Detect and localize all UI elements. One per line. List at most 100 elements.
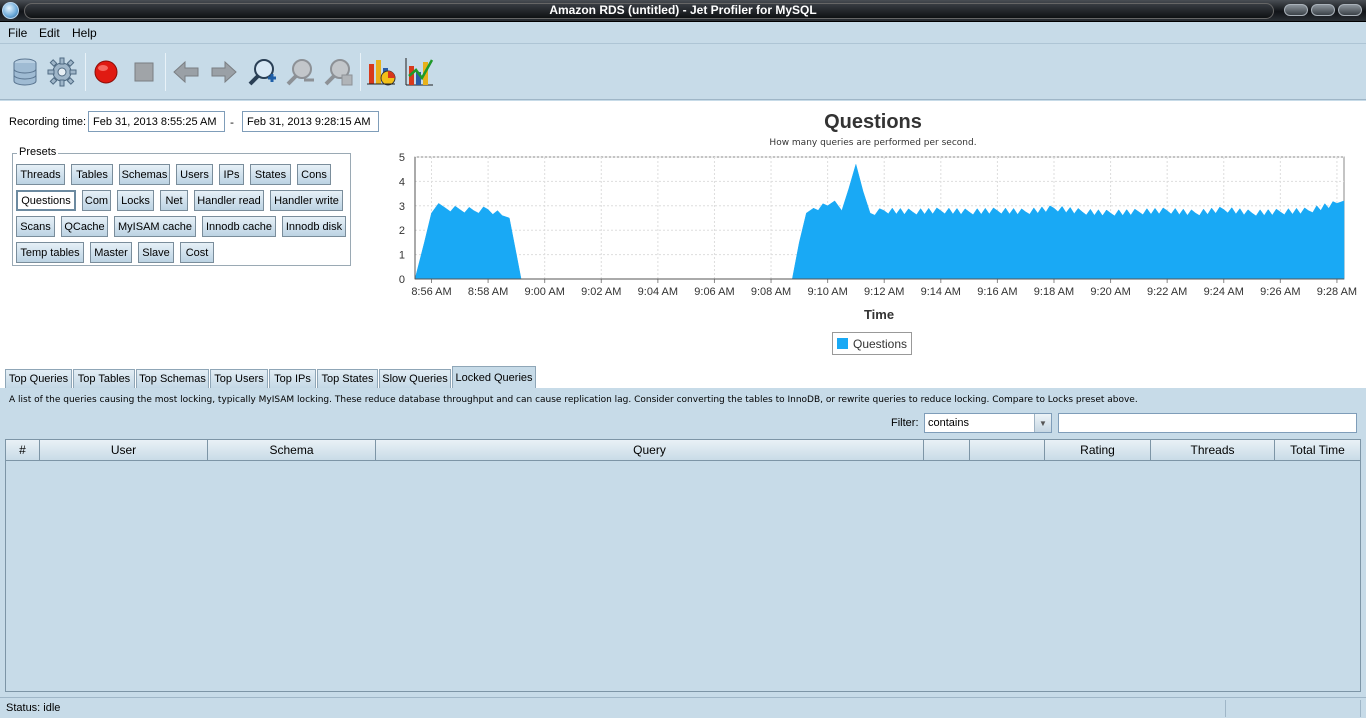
preset-master[interactable]: Master	[90, 242, 132, 263]
preset-com[interactable]: Com	[82, 190, 111, 211]
column-header-total-time[interactable]: Total Time	[1275, 440, 1360, 461]
preset-states[interactable]: States	[250, 164, 291, 185]
preset-handler-read[interactable]: Handler read	[194, 190, 264, 211]
chart-legend: Questions	[832, 332, 912, 355]
preset-qcache[interactable]: QCache	[61, 216, 108, 237]
column-header-number[interactable]: #	[6, 440, 40, 461]
x-tick-label: 9:00 AM	[525, 286, 565, 298]
x-tick-label: 9:08 AM	[751, 286, 791, 298]
menu-help[interactable]: Help	[72, 26, 97, 40]
preset-locks[interactable]: Locks	[117, 190, 154, 211]
tab-slow-queries[interactable]: Slow Queries	[379, 369, 451, 388]
tab-locked-queries[interactable]: Locked Queries	[452, 366, 536, 388]
filter-mode-value: contains	[928, 417, 969, 429]
column-header-threads[interactable]: Threads	[1151, 440, 1275, 461]
tab-top-states[interactable]: Top States	[317, 369, 378, 388]
preset-users[interactable]: Users	[176, 164, 213, 185]
presets-group: Presets Threads Tables Schemas Users IPs…	[12, 146, 351, 266]
preset-cons[interactable]: Cons	[297, 164, 331, 185]
preset-cost[interactable]: Cost	[180, 242, 214, 263]
back-arrow-icon[interactable]	[169, 55, 203, 89]
minimize-button[interactable]	[1284, 4, 1308, 16]
x-tick-label: 9:12 AM	[864, 286, 904, 298]
panel-description: A list of the queries causing the most l…	[9, 395, 1138, 405]
x-tick-label: 9:20 AM	[1090, 286, 1130, 298]
preset-scans[interactable]: Scans	[16, 216, 55, 237]
preset-ips[interactable]: IPs	[219, 164, 244, 185]
status-text: Status: idle	[6, 702, 61, 714]
stop-icon[interactable]	[127, 55, 161, 89]
recording-separator: -	[230, 116, 234, 129]
presets-legend: Presets	[17, 146, 59, 158]
filter-text-input[interactable]	[1058, 413, 1357, 433]
locked-queries-panel: A list of the queries causing the most l…	[0, 388, 1366, 695]
database-icon[interactable]	[8, 55, 42, 89]
title-bar: Amazon RDS (untitled) - Jet Profiler for…	[0, 0, 1366, 22]
column-header-schema[interactable]: Schema	[208, 440, 376, 461]
tab-strip: Top Queries Top Tables Top Schemas Top U…	[0, 366, 1366, 388]
preset-innodb-disk[interactable]: Innodb disk	[282, 216, 346, 237]
menu-file[interactable]: File	[8, 26, 27, 40]
zoom-out-icon[interactable]	[283, 55, 317, 89]
toolbar	[0, 45, 1366, 100]
y-tick-label: 1	[399, 250, 405, 262]
x-tick-label: 8:56 AM	[411, 286, 451, 298]
tab-top-queries[interactable]: Top Queries	[5, 369, 72, 388]
column-header-blank-1[interactable]	[924, 440, 970, 461]
gear-icon[interactable]	[45, 55, 79, 89]
column-header-rating[interactable]: Rating	[1045, 440, 1151, 461]
x-tick-label: 9:26 AM	[1260, 286, 1300, 298]
profiler-panel: Recording time: Feb 31, 2013 8:55:25 AM …	[0, 101, 1366, 368]
tab-top-schemas[interactable]: Top Schemas	[136, 369, 209, 388]
preset-questions[interactable]: Questions	[16, 190, 76, 211]
close-button[interactable]	[1338, 4, 1362, 16]
y-tick-label: 4	[399, 176, 405, 188]
preset-innodb-cache[interactable]: Innodb cache	[202, 216, 276, 237]
record-icon[interactable]	[89, 55, 123, 89]
preset-handler-write[interactable]: Handler write	[270, 190, 343, 211]
chevron-down-icon[interactable]: ▼	[1034, 414, 1051, 432]
tab-top-ips[interactable]: Top IPs	[269, 369, 316, 388]
legend-swatch	[837, 338, 848, 349]
filter-mode-select[interactable]: contains ▼	[924, 413, 1052, 433]
recording-start-field[interactable]: Feb 31, 2013 8:55:25 AM	[88, 111, 225, 132]
bar-chart-icon[interactable]	[402, 55, 436, 89]
recording-end-field[interactable]: Feb 31, 2013 9:28:15 AM	[242, 111, 379, 132]
window-title: Amazon RDS (untitled) - Jet Profiler for…	[549, 3, 817, 17]
x-tick-label: 9:18 AM	[1034, 286, 1074, 298]
y-tick-label: 3	[399, 201, 405, 213]
preset-temp-tables[interactable]: Temp tables	[16, 242, 84, 263]
preset-tables[interactable]: Tables	[71, 164, 113, 185]
y-tick-label: 5	[399, 152, 405, 164]
zoom-in-icon[interactable]	[245, 55, 279, 89]
x-tick-label: 9:02 AM	[581, 286, 621, 298]
x-tick-label: 8:58 AM	[468, 286, 508, 298]
pie-chart-icon[interactable]	[364, 55, 398, 89]
chart-plot[interactable]: 0 1 2 3 4 5 8:56 AM 8:58 AM 9:00 AM 9:02 AM 9:04 A…	[380, 101, 1366, 306]
filter-label: Filter:	[891, 417, 919, 429]
x-tick-label: 9:24 AM	[1204, 286, 1244, 298]
preset-net[interactable]: Net	[160, 190, 188, 211]
status-cell-1	[1225, 700, 1226, 717]
zoom-fit-icon[interactable]	[321, 55, 355, 89]
y-tick-label: 2	[399, 225, 405, 237]
column-header-blank-2[interactable]	[970, 440, 1045, 461]
preset-schemas[interactable]: Schemas	[119, 164, 170, 185]
x-tick-label: 9:28 AM	[1317, 286, 1357, 298]
column-header-user[interactable]: User	[40, 440, 208, 461]
tab-top-users[interactable]: Top Users	[210, 369, 268, 388]
preset-slave[interactable]: Slave	[138, 242, 174, 263]
column-header-query[interactable]: Query	[376, 440, 924, 461]
menu-edit[interactable]: Edit	[39, 26, 60, 40]
chart-x-axis-label: Time	[863, 307, 895, 322]
x-tick-label: 9:04 AM	[638, 286, 678, 298]
maximize-button[interactable]	[1311, 4, 1335, 16]
tab-top-tables[interactable]: Top Tables	[73, 369, 135, 388]
questions-chart: Questions How many queries are performed…	[380, 101, 1366, 368]
status-bar: Status: idle	[0, 697, 1366, 718]
forward-arrow-icon[interactable]	[207, 55, 241, 89]
locked-queries-table[interactable]: # User Schema Query Rating Threads Total…	[5, 439, 1361, 692]
preset-threads[interactable]: Threads	[16, 164, 65, 185]
x-tick-label: 9:14 AM	[921, 286, 961, 298]
preset-myisam-cache[interactable]: MyISAM cache	[114, 216, 196, 237]
